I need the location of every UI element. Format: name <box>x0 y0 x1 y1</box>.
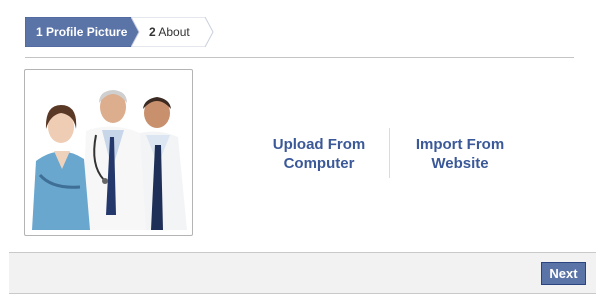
next-button[interactable]: Next <box>541 262 586 285</box>
footer-bar: Next <box>9 252 596 294</box>
header-divider <box>25 57 574 58</box>
step-number: 2 <box>149 25 156 39</box>
step-label: About <box>158 25 190 39</box>
upload-from-computer-link[interactable]: Upload From Computer <box>239 135 399 173</box>
step-label: Profile Picture <box>46 25 128 39</box>
step-about[interactable]: 2 About <box>131 17 217 47</box>
doctors-photo <box>30 75 187 230</box>
profile-photo-frame <box>24 69 193 236</box>
step-profile-picture[interactable]: 1 Profile Picture <box>25 17 143 47</box>
step-number: 1 <box>36 25 43 39</box>
import-from-website-link[interactable]: Import From Website <box>380 135 540 173</box>
